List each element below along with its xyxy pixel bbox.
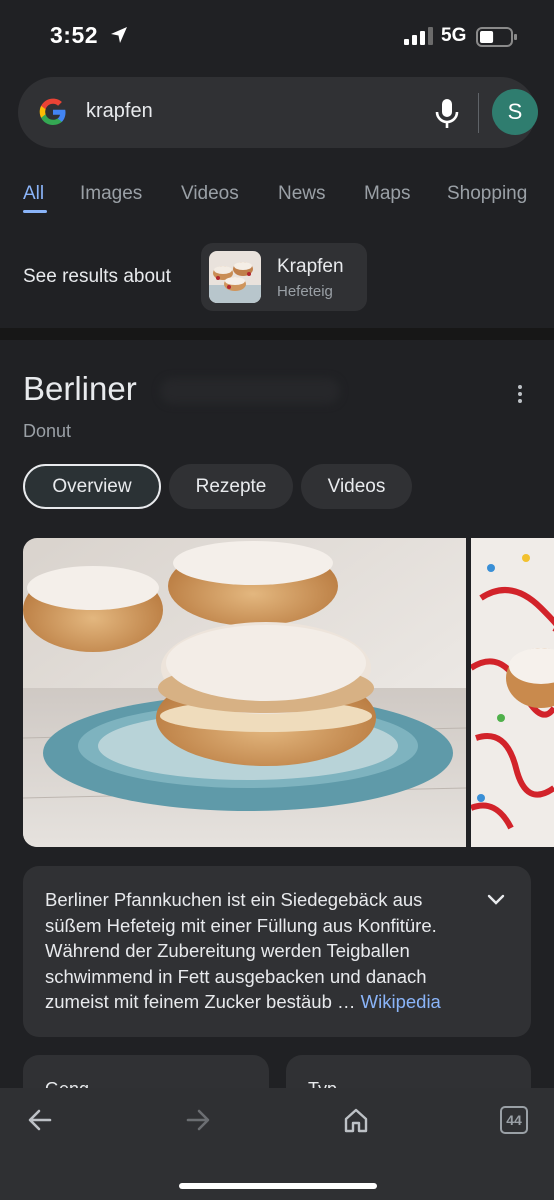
active-tab-indicator (23, 210, 47, 213)
more-options-icon[interactable] (512, 384, 528, 404)
tab-shopping[interactable]: Shopping (447, 183, 527, 205)
pill-videos[interactable]: Videos (301, 464, 412, 509)
tab-news[interactable]: News (278, 183, 326, 205)
home-indicator (179, 1183, 377, 1189)
microphone-icon[interactable] (430, 96, 464, 130)
network-type: 5G (441, 25, 467, 46)
google-logo-icon (39, 98, 66, 125)
berliner-photo-secondary[interactable] (471, 538, 554, 847)
wikipedia-link[interactable]: Wikipedia (361, 991, 441, 1012)
berliner-photo[interactable] (23, 538, 466, 847)
knowledge-panel-subtitle: Donut (23, 421, 72, 441)
pill-overview[interactable]: Overview (23, 464, 161, 509)
forward-arrow-icon[interactable] (184, 1106, 212, 1134)
tab-switcher-button[interactable]: 44 (500, 1106, 528, 1134)
see-results-title: Krapfen (277, 256, 344, 277)
cellular-signal-icon (404, 27, 433, 45)
krapfen-thumbnail (209, 251, 261, 303)
search-input[interactable]: krapfen (86, 100, 153, 123)
see-results-about: See results about Krapfen Hefeteig (0, 228, 554, 328)
account-avatar[interactable]: S (492, 89, 538, 135)
knowledge-panel-title: Berliner (23, 370, 137, 407)
home-icon[interactable] (342, 1106, 370, 1134)
search-bar[interactable]: krapfen S (18, 77, 538, 148)
description-text: Berliner Pfannkuchen ist ein Siedegebäck… (45, 887, 475, 1015)
search-tabs: All Images Videos News Maps Shopping (0, 160, 554, 220)
search-divider (478, 93, 479, 133)
see-results-subtitle: Hefeteig (277, 283, 333, 300)
pill-rezepte[interactable]: Rezepte (169, 464, 293, 509)
location-arrow-icon (111, 27, 127, 43)
see-results-chip[interactable]: Krapfen Hefeteig (201, 243, 367, 311)
battery-icon (476, 27, 517, 47)
tab-videos[interactable]: Videos (181, 183, 239, 205)
tab-all[interactable]: All (23, 183, 44, 205)
see-results-label: See results about (23, 266, 171, 287)
section-divider (0, 328, 554, 340)
description-card: Berliner Pfannkuchen ist ein Siedegebäck… (23, 866, 531, 1037)
redacted-title-area (160, 378, 340, 404)
status-time: 3:52 (50, 22, 99, 48)
back-arrow-icon[interactable] (26, 1106, 54, 1134)
chevron-down-icon[interactable] (485, 888, 507, 910)
tab-images[interactable]: Images (80, 183, 142, 205)
status-bar: 3:52 5G (0, 0, 554, 74)
tab-maps[interactable]: Maps (364, 183, 410, 205)
description-ellipsis: … (337, 991, 356, 1012)
